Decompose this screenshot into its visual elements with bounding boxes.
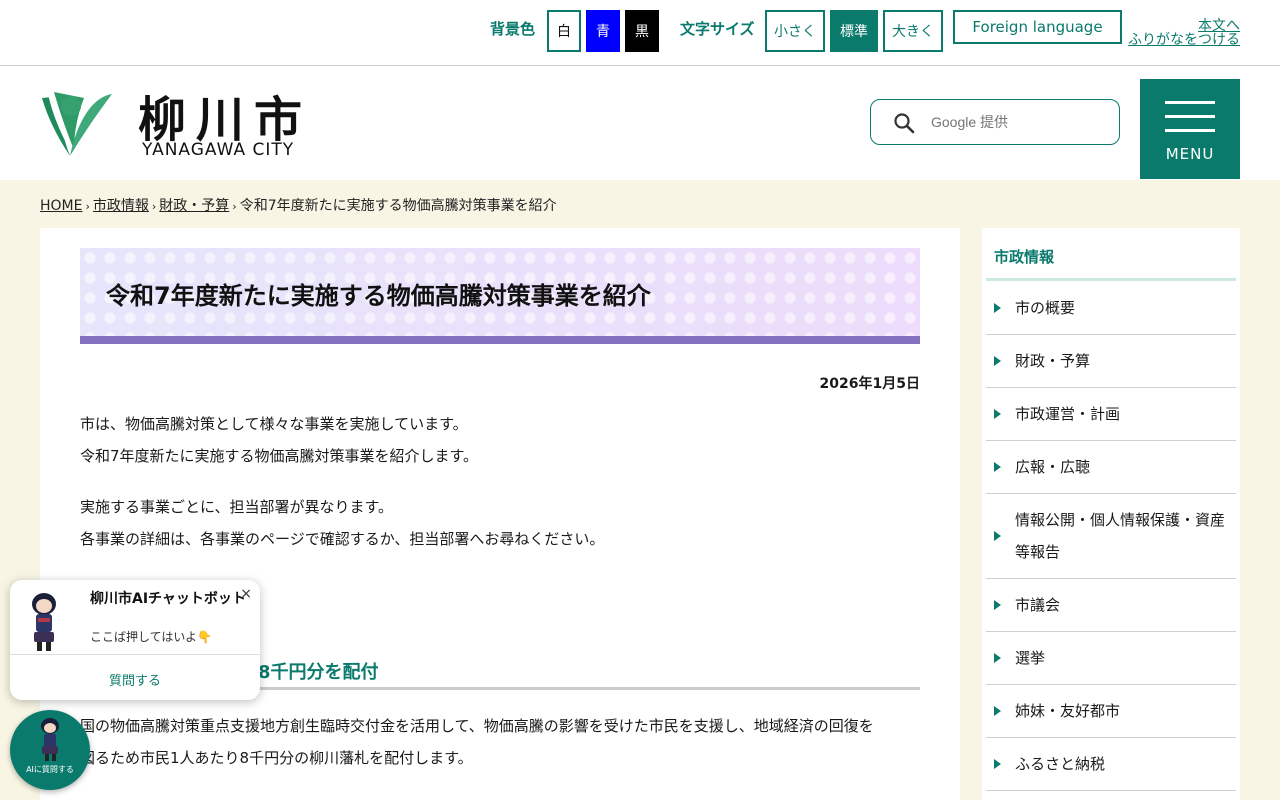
menu-button[interactable]: MENU xyxy=(1140,79,1240,179)
menu-bar-icon xyxy=(1165,115,1215,118)
page-title-box: 令和7年度新たに実施する物価高騰対策事業を紹介 xyxy=(80,248,920,344)
sidebar-title: 市政情報 xyxy=(994,248,1055,266)
background-color-label: 背景色 xyxy=(490,20,536,38)
city-logo-icon[interactable] xyxy=(40,86,114,158)
chatbot-divider xyxy=(10,654,260,655)
site-search-box[interactable] xyxy=(870,99,1120,145)
intro-paragraph: 市は、物価高騰対策として様々な事業を実施しています。 令和7年度新たに実施する物… xyxy=(80,415,479,465)
chatbot-subtitle: ここば押してはいよ👇 xyxy=(90,630,213,644)
triangle-right-icon xyxy=(994,600,1001,610)
triangle-right-icon xyxy=(994,462,1001,472)
site-header: 柳川市 YANAGAWA CITY MENU xyxy=(0,66,1280,180)
font-small-button[interactable]: 小さく xyxy=(765,10,825,52)
sidebar-item-furusato-tax[interactable]: ふるさと納税 xyxy=(986,738,1236,791)
notice-paragraph: 実施する事業ごとに、担当部署が異なります。 各事業の詳細は、各事業のページで確認… xyxy=(80,498,605,548)
search-input[interactable] xyxy=(931,110,1101,134)
breadcrumb-city-info[interactable]: 市政情報 xyxy=(93,198,149,214)
sidebar-item-sister-cities[interactable]: 姉妹・友好都市 xyxy=(986,685,1236,738)
sidebar: 市政情報 市の概要 財政・予算 市政運営・計画 広報・広聴 情報公開・個人情報保… xyxy=(982,228,1240,800)
foreign-language-button[interactable]: Foreign language xyxy=(953,10,1122,44)
font-standard-button[interactable]: 標準 xyxy=(830,10,878,52)
close-icon[interactable]: × xyxy=(240,586,252,602)
sidebar-item-council[interactable]: 市議会 xyxy=(986,579,1236,632)
sidebar-title-underline xyxy=(986,278,1236,281)
bg-blue-button[interactable]: 青 xyxy=(586,10,620,52)
triangle-right-icon xyxy=(994,409,1001,419)
chatbot-ask-button[interactable]: 質問する xyxy=(10,670,260,689)
triangle-right-icon xyxy=(994,653,1001,663)
breadcrumb-current: 令和7年度新たに実施する物価高騰対策事業を紹介 xyxy=(239,198,557,214)
font-large-button[interactable]: 大きく xyxy=(883,10,943,52)
sidebar-item-elections[interactable]: 選挙 xyxy=(986,632,1236,685)
search-icon[interactable] xyxy=(893,112,915,134)
furigana-link[interactable]: ふりがなをつける xyxy=(1128,33,1240,48)
triangle-right-icon xyxy=(994,706,1001,716)
bg-white-button[interactable]: 白 xyxy=(547,10,581,52)
sidebar-item-overview[interactable]: 市の概要 xyxy=(986,282,1236,335)
sidebar-item-administration[interactable]: 市政運営・計画 xyxy=(986,388,1236,441)
breadcrumb-finance-budget[interactable]: 財政・予算 xyxy=(159,198,229,214)
breadcrumb-home[interactable]: HOME xyxy=(40,198,82,214)
breadcrumb: HOME › 市政情報 › 財政・予算 › 令和7年度新たに実施する物価高騰対策事業を紹介 xyxy=(40,198,557,214)
chatbot-popup[interactable]: 柳川市AIチャットボット ここば押してはいよ👇 × 質問する xyxy=(10,580,260,700)
menu-bar-icon xyxy=(1165,101,1215,104)
chatbot-launch-label: AIに質問する xyxy=(26,765,74,774)
triangle-right-icon xyxy=(994,356,1001,366)
menu-bar-icon xyxy=(1165,129,1215,132)
chatbot-character-icon xyxy=(32,593,56,651)
bg-black-button[interactable]: 黒 xyxy=(625,10,659,52)
page-title: 令和7年度新たに実施する物価高騰対策事業を紹介 xyxy=(106,282,651,310)
section-paragraph: 国の物価高騰対策重点支援地方創生臨時交付金を活用して、物価高騰の影響を受けた市民… xyxy=(80,717,874,767)
menu-label: MENU xyxy=(1165,145,1215,163)
publish-date: 2026年1月5日 xyxy=(819,376,920,392)
sidebar-item-disclosure[interactable]: 情報公開・個人情報保護・資産等報告 xyxy=(986,494,1236,579)
chatbot-title: 柳川市AIチャットボット xyxy=(90,591,246,607)
sidebar-item-public-relations[interactable]: 広報・広聴 xyxy=(986,441,1236,494)
sidebar-item-finance[interactable]: 財政・予算 xyxy=(986,335,1236,388)
triangle-right-icon xyxy=(994,759,1001,769)
font-size-label: 文字サイズ xyxy=(680,20,755,38)
triangle-right-icon xyxy=(994,531,1001,541)
city-name-en: YANAGAWA CITY xyxy=(142,140,295,160)
triangle-right-icon xyxy=(994,303,1001,313)
chatbot-launch-button[interactable]: AIに質問する xyxy=(10,710,90,790)
main-content: 令和7年度新たに実施する物価高騰対策事業を紹介 2026年1月5日 市は、物価高… xyxy=(40,228,960,800)
chatbot-character-icon xyxy=(41,718,59,761)
utility-bar: 背景色 白 青 黒 文字サイズ 小さく 標準 大きく Foreign langu… xyxy=(0,0,1280,66)
